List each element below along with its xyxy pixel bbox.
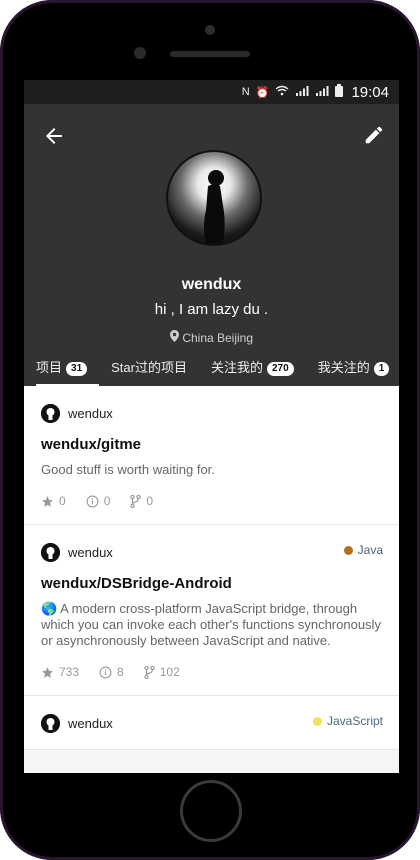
tab-following[interactable]: 我关注的 1 bbox=[306, 359, 399, 386]
repo-card[interactable]: wendux Java wendux/DSBridge-Android 🌎 A … bbox=[24, 525, 399, 696]
earpiece-speaker bbox=[170, 51, 250, 57]
back-button[interactable] bbox=[42, 124, 66, 148]
language-color-dot bbox=[343, 545, 353, 555]
repo-language: JavaScript bbox=[312, 714, 383, 728]
signal-icon-2 bbox=[315, 85, 329, 99]
repo-language: Java bbox=[343, 543, 383, 557]
issue-count: 8 bbox=[117, 665, 124, 679]
status-time: 19:04 bbox=[351, 83, 389, 101]
profile-bio: hi , I am lazy du . bbox=[154, 301, 269, 318]
home-button[interactable] bbox=[180, 780, 242, 842]
repo-description: Good stuff is worth waiting for. bbox=[41, 462, 215, 477]
repo-card[interactable]: wendux wendux/gitme Good stuff is worth … bbox=[24, 386, 399, 525]
repo-owner: wendux bbox=[41, 404, 382, 423]
owner-name: wendux bbox=[68, 716, 113, 731]
profile-header: wendux hi , I am lazy du . China Beijing… bbox=[24, 104, 399, 386]
issue-stat: 0 bbox=[86, 494, 111, 508]
info-circle-icon bbox=[86, 495, 99, 507]
language-label: Java bbox=[357, 543, 383, 557]
silhouette-figure bbox=[204, 170, 225, 244]
app-screen: N ⏰ 19:04 wendux hi , I am lazy du . Chi… bbox=[24, 80, 399, 773]
alarm-icon: ⏰ bbox=[255, 86, 270, 99]
wifi-icon bbox=[275, 85, 289, 99]
fork-stat: 102 bbox=[144, 665, 180, 679]
avatar[interactable] bbox=[166, 150, 262, 246]
profile-username: wendux bbox=[181, 276, 242, 293]
github-logo-icon bbox=[41, 543, 60, 562]
language-label: JavaScript bbox=[326, 714, 383, 728]
star-count: 0 bbox=[59, 494, 66, 508]
fork-count: 102 bbox=[159, 665, 180, 679]
star-stat: 733 bbox=[41, 665, 79, 679]
signal-icon bbox=[295, 85, 309, 99]
edit-button[interactable] bbox=[363, 124, 385, 146]
repo-owner: wendux bbox=[41, 543, 382, 562]
owner-name: wendux bbox=[68, 545, 113, 560]
tab-label: 项目 bbox=[36, 360, 63, 375]
arrow-left-icon bbox=[46, 128, 62, 144]
fork-icon bbox=[130, 494, 142, 508]
tab-starred[interactable]: Star过的项目 bbox=[99, 359, 199, 386]
repo-card[interactable]: wendux JavaScript bbox=[24, 696, 399, 750]
tab-projects[interactable]: 项目 31 bbox=[24, 359, 100, 386]
github-logo-icon bbox=[41, 714, 60, 733]
github-logo-icon bbox=[41, 404, 60, 423]
profile-location: China Beijing bbox=[24, 330, 399, 345]
tab-count-badge: 270 bbox=[267, 362, 294, 376]
owner-name: wendux bbox=[68, 406, 113, 421]
tab-label: Star过的项目 bbox=[111, 360, 187, 375]
fork-count: 0 bbox=[146, 494, 154, 508]
repo-name[interactable]: wendux/gitme bbox=[41, 436, 382, 453]
info-circle-icon bbox=[99, 666, 112, 678]
language-color-dot bbox=[312, 716, 322, 726]
repo-name[interactable]: wendux/DSBridge-Android bbox=[41, 575, 382, 592]
tab-count-badge: 31 bbox=[66, 362, 88, 376]
pencil-icon bbox=[365, 126, 383, 144]
nfc-icon: N bbox=[241, 86, 250, 98]
tab-followers[interactable]: 关注我的 270 bbox=[199, 359, 306, 386]
phone-frame: N ⏰ 19:04 wendux hi , I am lazy du . Chi… bbox=[0, 0, 420, 860]
front-sensor bbox=[205, 25, 215, 35]
battery-icon bbox=[335, 84, 344, 100]
map-pin-icon bbox=[169, 330, 182, 345]
tab-label: 我关注的 bbox=[317, 360, 370, 375]
repo-stats: 733 8 102 bbox=[41, 665, 382, 679]
star-count: 733 bbox=[59, 665, 80, 679]
tab-label: 关注我的 bbox=[210, 360, 263, 375]
repo-description: 🌎 A modern cross-platform JavaScript bri… bbox=[41, 601, 381, 648]
star-icon bbox=[42, 666, 53, 678]
issue-stat: 8 bbox=[99, 665, 124, 679]
star-icon bbox=[42, 495, 53, 507]
location-text: China Beijing bbox=[182, 330, 254, 345]
fork-icon bbox=[144, 665, 155, 679]
front-camera bbox=[134, 47, 146, 59]
repo-stats: 0 0 0 bbox=[41, 494, 382, 508]
repo-list: wendux wendux/gitme Good stuff is worth … bbox=[24, 386, 399, 750]
profile-tabs: 项目 31 Star过的项目 关注我的 270 我关注的 1 bbox=[24, 359, 399, 386]
star-stat: 0 bbox=[41, 494, 66, 508]
tab-count-badge: 1 bbox=[373, 362, 390, 376]
issue-count: 0 bbox=[103, 494, 111, 508]
fork-stat: 0 bbox=[130, 494, 153, 508]
status-bar: N ⏰ 19:04 bbox=[24, 80, 399, 104]
